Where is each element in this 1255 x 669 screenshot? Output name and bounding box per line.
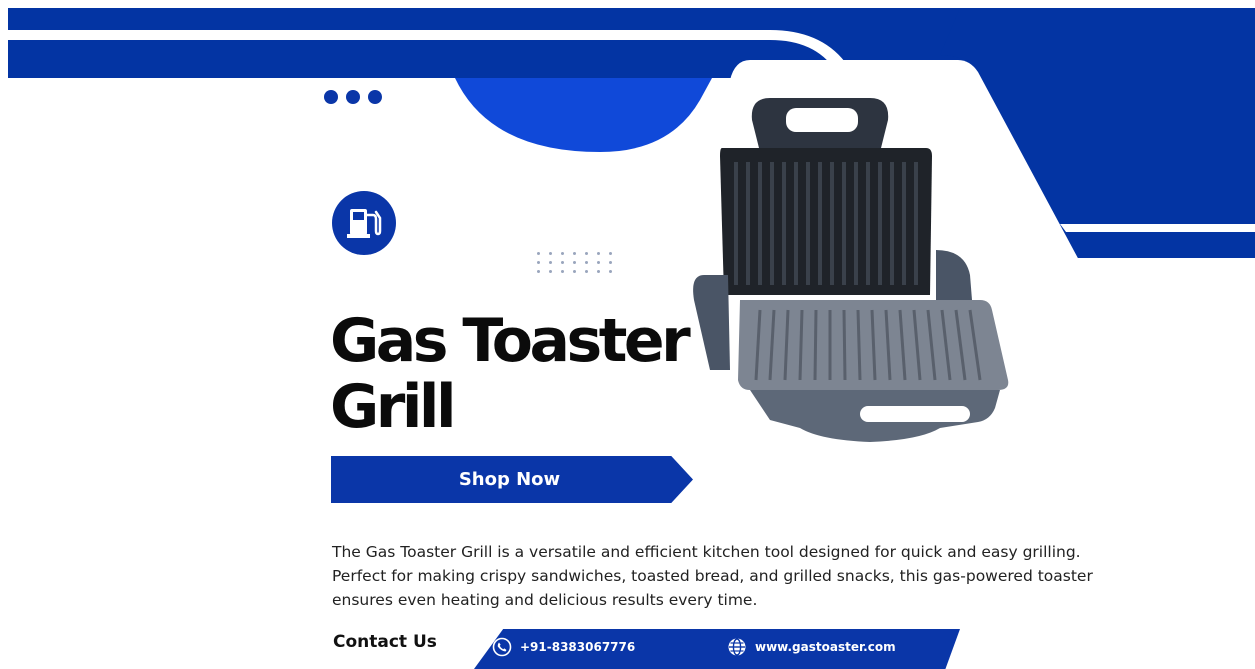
- product-description: The Gas Toaster Grill is a versatile and…: [332, 543, 1093, 609]
- website-url: www.gastoaster.com: [755, 640, 896, 654]
- website-link[interactable]: www.gastoaster.com: [727, 637, 896, 657]
- globe-icon: [728, 638, 746, 656]
- hero-title-line1: Gas Toaster: [330, 306, 691, 376]
- decorative-dot-grid: [537, 252, 613, 273]
- hero-title: Gas Toaster Grill: [330, 308, 710, 440]
- phone-icon: [492, 637, 512, 657]
- contact-us-label: Contact Us: [333, 632, 437, 652]
- fuel-pump-icon: [347, 209, 382, 238]
- phone-number: +91-8383067776: [520, 640, 636, 654]
- dot: [324, 90, 338, 104]
- shop-now-label: Shop Now: [458, 469, 561, 490]
- phone-link[interactable]: +91-8383067776: [492, 637, 635, 657]
- right-white-stripe: [1060, 224, 1255, 232]
- hero-title-line2: Grill: [330, 372, 457, 442]
- dot: [368, 90, 382, 104]
- fuel-pump-badge: [332, 191, 396, 255]
- shop-now-button[interactable]: Shop Now: [331, 456, 693, 503]
- three-dots-icon: [324, 90, 382, 104]
- dot: [346, 90, 360, 104]
- toaster-grill-image: [693, 98, 1009, 442]
- blue-swoosh: [455, 78, 712, 152]
